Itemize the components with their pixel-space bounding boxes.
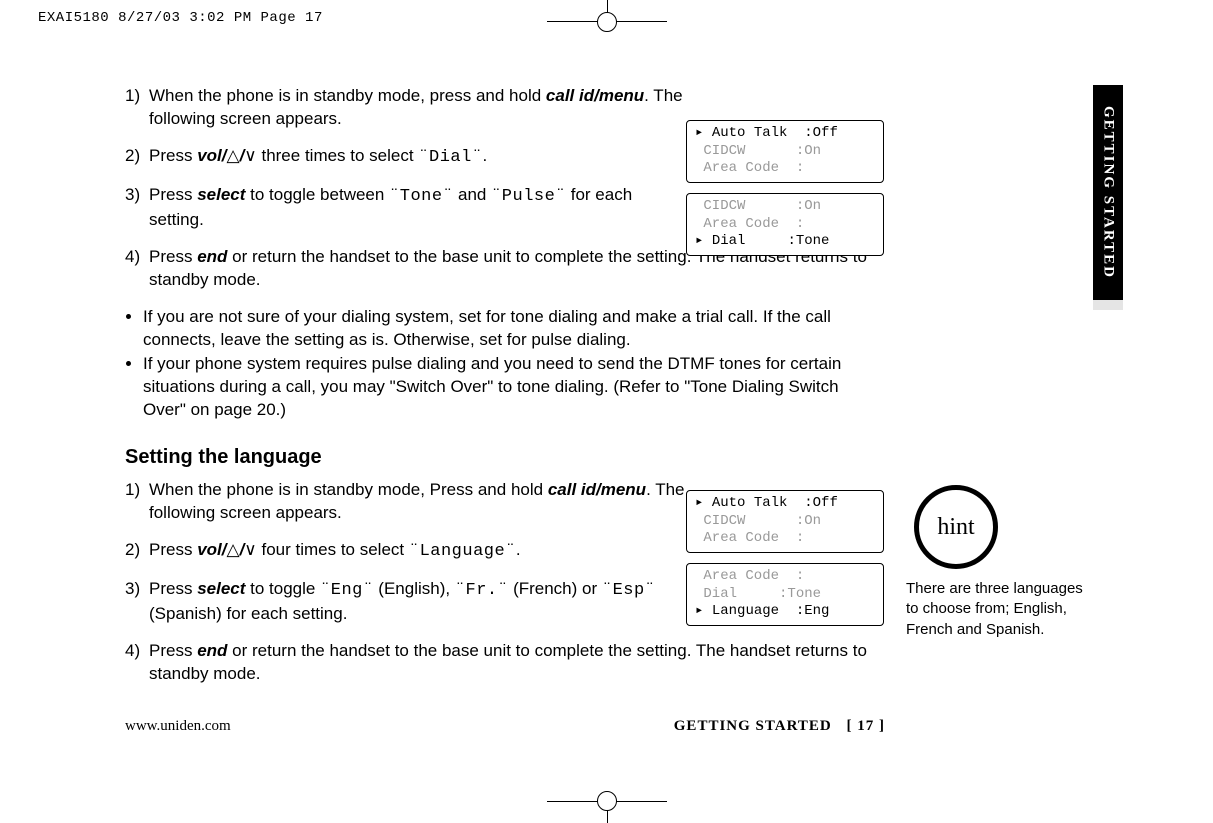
step-text: to toggle xyxy=(245,579,320,598)
lcd-line: CIDCW :On xyxy=(695,143,821,159)
lcd-screen-lang-1: ▸ Auto Talk :Off CIDCW :On Area Code : xyxy=(686,490,884,553)
list-item: If you are not sure of your dialing syst… xyxy=(143,306,885,352)
key-name: vol/ xyxy=(197,540,226,559)
footer-section: GETTING STARTED xyxy=(674,718,832,734)
lcd-line: Area Code : xyxy=(695,216,804,232)
lcd-value: ¨Fr.¨ xyxy=(455,581,509,600)
step-text: (English), xyxy=(374,579,455,598)
lcd-value: ¨Pulse¨ xyxy=(491,187,566,206)
side-tab-spacer xyxy=(1093,300,1123,310)
step-text: Press xyxy=(149,641,197,660)
step-number: 2) xyxy=(125,145,149,170)
lcd-value: ¨Eng¨ xyxy=(320,581,374,600)
step-text: When the phone is in standby mode, Press… xyxy=(149,480,548,499)
lcd-line: Dial :Tone xyxy=(703,233,829,249)
step-text: and xyxy=(453,185,491,204)
lcd-line: Area Code : xyxy=(695,568,804,584)
lcd-line: Language :Eng xyxy=(703,603,829,619)
hint-callout: hint There are three languages to choose… xyxy=(906,485,1086,640)
hint-icon: hint xyxy=(914,485,998,569)
step-text: (French) or xyxy=(508,579,602,598)
lcd-value: ¨Esp¨ xyxy=(602,581,656,600)
page-number: [ 17 ] xyxy=(847,718,886,734)
lcd-line: Area Code : xyxy=(695,160,804,176)
lcd-line: Dial :Tone xyxy=(695,586,821,602)
up-arrow-icon: △ xyxy=(226,145,239,168)
step-text: . xyxy=(483,146,488,165)
key-name: call id/menu xyxy=(548,480,646,499)
side-tab-section: GETTING STARTED xyxy=(1093,85,1123,300)
key-name: vol/ xyxy=(197,146,226,165)
section-heading-language: Setting the language xyxy=(125,444,885,471)
up-arrow-icon: △ xyxy=(226,539,239,562)
hint-text: There are three languages to choose from… xyxy=(906,579,1086,640)
lcd-value: ¨Language¨ xyxy=(409,542,516,561)
step-text: When the phone is in standby mode, press… xyxy=(149,86,546,105)
lcd-value: ¨Dial¨ xyxy=(418,148,482,167)
step-number: 4) xyxy=(125,640,149,686)
dial-step-3: 3) Press select to toggle between ¨Tone¨… xyxy=(125,184,685,232)
step-number: 4) xyxy=(125,246,149,292)
page-footer: www.uniden.com GETTING STARTED [ 17 ] xyxy=(125,718,885,735)
lcd-screen-dial-2: CIDCW :On Area Code : ▸ Dial :Tone xyxy=(686,193,884,256)
step-text: Press xyxy=(149,579,197,598)
lang-step-1: 1) When the phone is in standby mode, Pr… xyxy=(125,479,685,525)
step-number: 3) xyxy=(125,578,149,626)
step-number: 1) xyxy=(125,85,149,131)
step-number: 1) xyxy=(125,479,149,525)
down-arrow-icon: ∨ xyxy=(244,539,256,562)
step-text: to toggle between xyxy=(245,185,389,204)
step-text: Press xyxy=(149,146,197,165)
key-name: call id/menu xyxy=(546,86,644,105)
step-number: 3) xyxy=(125,184,149,232)
lcd-line: Auto Talk :Off xyxy=(703,125,837,141)
step-text: three times to select xyxy=(257,146,419,165)
step-number: 2) xyxy=(125,539,149,564)
step-text: Press xyxy=(149,185,197,204)
footer-url: www.uniden.com xyxy=(125,718,231,735)
lcd-line: Area Code : xyxy=(695,530,804,546)
key-name: end xyxy=(197,641,227,660)
lang-step-4: 4) Press end or return the handset to th… xyxy=(125,640,885,686)
list-item: If your phone system requires pulse dial… xyxy=(143,353,885,422)
lang-step-3: 3) Press select to toggle ¨Eng¨ (English… xyxy=(125,578,685,626)
step-text: . xyxy=(516,540,521,559)
step-text: (Spanish) for each setting. xyxy=(149,604,347,623)
key-name: select xyxy=(197,579,245,598)
lcd-line: Auto Talk :Off xyxy=(703,495,837,511)
step-text: or return the handset to the base unit t… xyxy=(149,641,867,683)
lcd-line: CIDCW :On xyxy=(695,513,821,529)
dial-step-2: 2) Press vol/△/∨ three times to select ¨… xyxy=(125,145,685,170)
step-text: four times to select xyxy=(257,540,409,559)
step-text: Press xyxy=(149,247,197,266)
crop-mark-bottom xyxy=(547,793,667,823)
print-header: EXAI5180 8/27/03 3:02 PM Page 17 xyxy=(38,10,323,26)
lcd-value: ¨Tone¨ xyxy=(389,187,453,206)
lcd-screen-lang-2: Area Code : Dial :Tone ▸ Language :Eng xyxy=(686,563,884,626)
step-text: Press xyxy=(149,540,197,559)
down-arrow-icon: ∨ xyxy=(244,145,256,168)
lcd-line: CIDCW :On xyxy=(695,198,821,214)
dial-notes: If you are not sure of your dialing syst… xyxy=(125,306,885,423)
lcd-screen-dial-1: ▸ Auto Talk :Off CIDCW :On Area Code : xyxy=(686,120,884,183)
key-name: end xyxy=(197,247,227,266)
key-name: select xyxy=(197,185,245,204)
lang-step-2: 2) Press vol/△/∨ four times to select ¨L… xyxy=(125,539,685,564)
crop-mark-top xyxy=(547,0,667,30)
dial-step-1: 1) When the phone is in standby mode, pr… xyxy=(125,85,685,131)
